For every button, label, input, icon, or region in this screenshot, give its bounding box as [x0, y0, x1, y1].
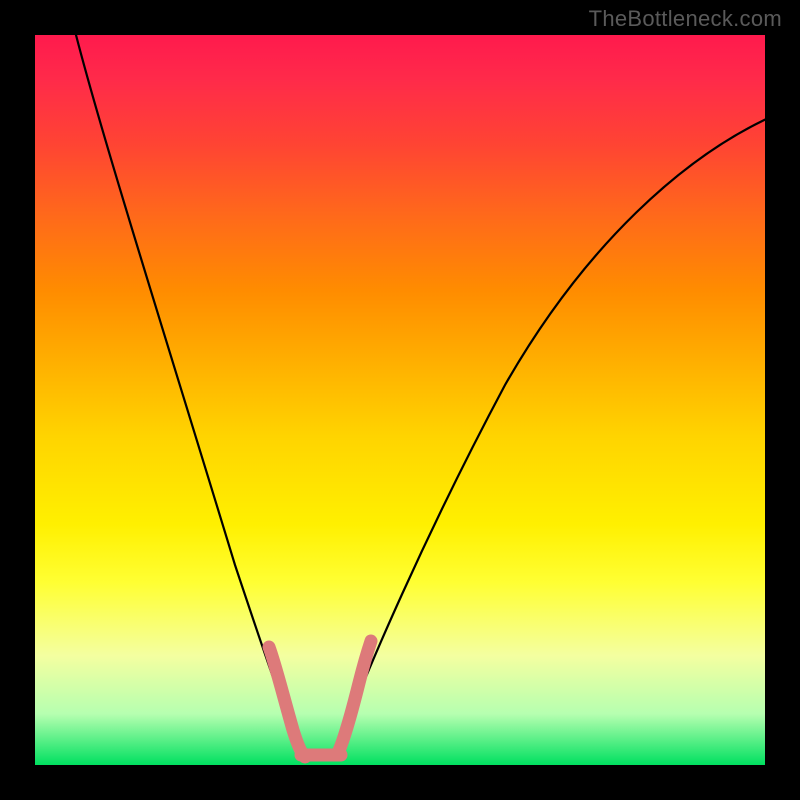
bottleneck-curve-path [71, 35, 765, 757]
chart-svg [35, 35, 765, 765]
watermark-text: TheBottleneck.com [589, 6, 782, 32]
highlight-marker-right [337, 641, 371, 755]
highlight-marker-left [269, 647, 305, 757]
plot-area [35, 35, 765, 765]
